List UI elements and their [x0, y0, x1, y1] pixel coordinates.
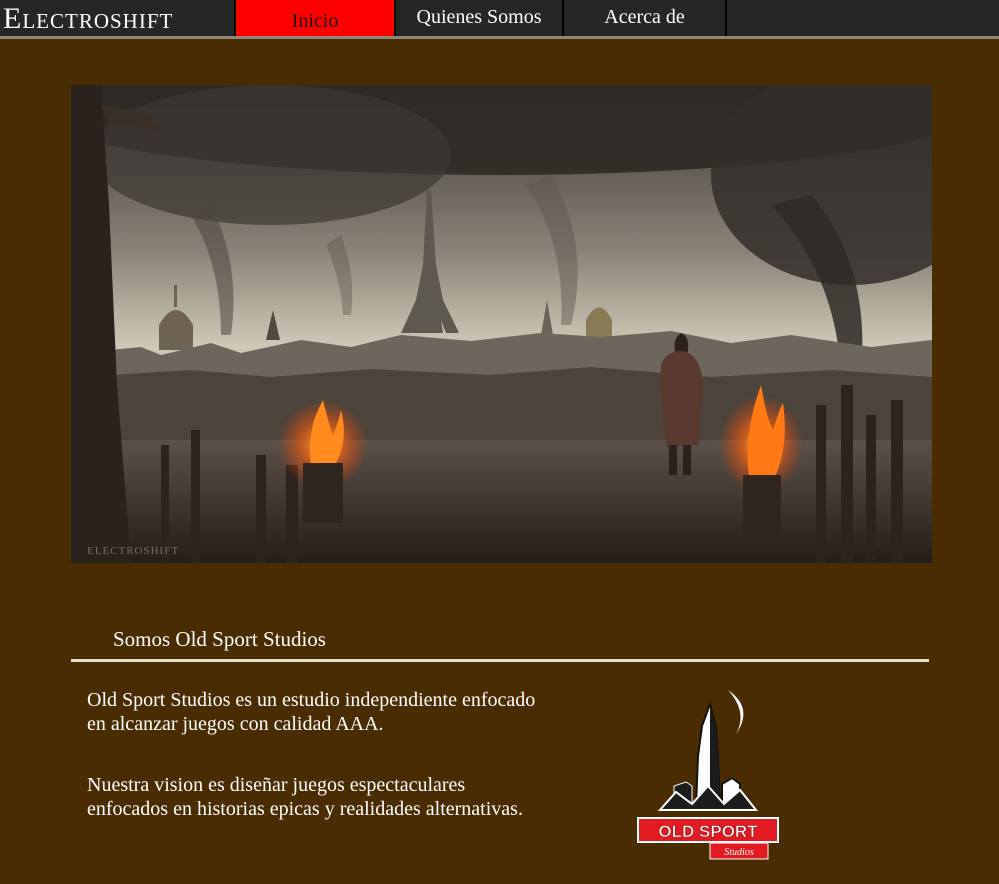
about-paragraph-1: Old Sport Studios es un estudio independ… — [87, 689, 536, 735]
section-title: Somos Old Sport Studios — [113, 627, 326, 651]
section-divider — [71, 659, 929, 662]
hero-image: ELECTROSHIFT — [71, 85, 932, 563]
nav-tab-quienes-somos[interactable]: Quienes Somos — [396, 0, 564, 36]
logo-emblem: OLD SPORT Studios — [637, 690, 779, 860]
nav-tab-acerca-de[interactable]: Acerca de — [564, 0, 727, 36]
logo-text-studios: Studios — [724, 847, 754, 858]
top-navbar: Electroshift Inicio Quienes Somos Acerca… — [0, 0, 999, 39]
brand-logo-text[interactable]: Electroshift — [0, 0, 234, 36]
logo-text-old-sport: OLD SPORT — [658, 822, 758, 841]
hero-artwork-ruined-paris — [71, 85, 932, 563]
nav-tab-inicio[interactable]: Inicio — [234, 0, 396, 36]
old-sport-studios-logo: OLD SPORT Studios — [636, 686, 780, 861]
hero-watermark: ELECTROSHIFT — [87, 545, 180, 557]
about-paragraph-2: Nuestra vision es diseñar juegos especta… — [87, 774, 523, 820]
